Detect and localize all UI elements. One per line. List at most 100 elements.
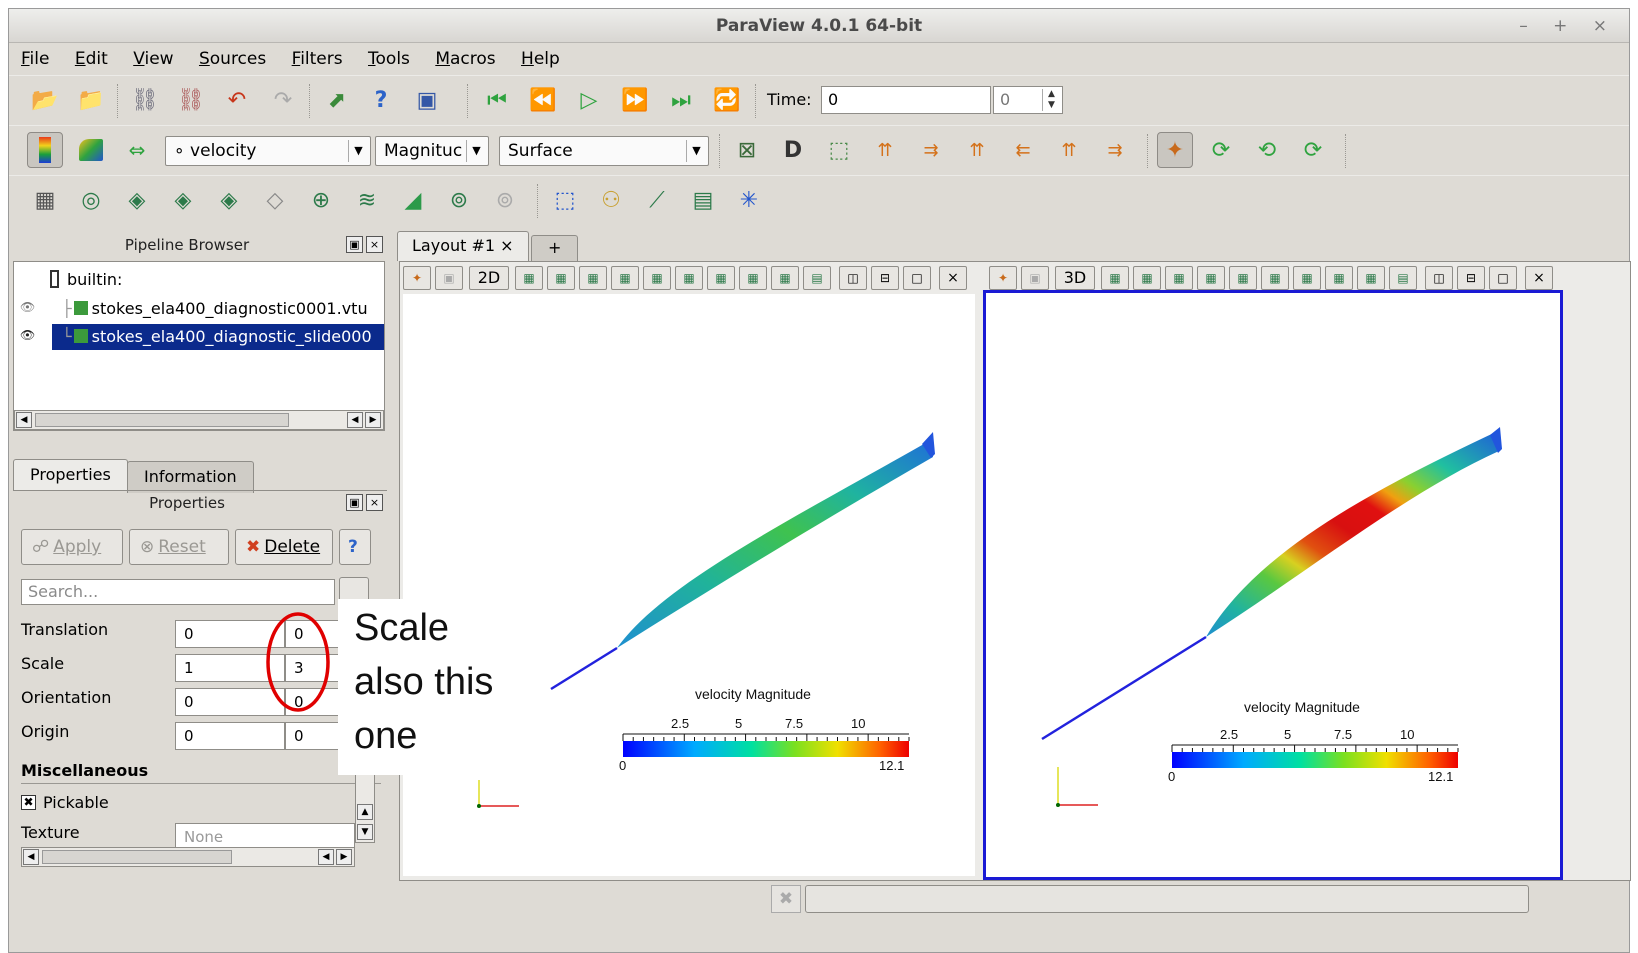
select-block-icon[interactable]: ▦ (611, 266, 639, 290)
previous-frame-icon[interactable]: ⏪ (525, 82, 561, 118)
open-icon[interactable]: 📂 (27, 82, 63, 118)
threshold-icon[interactable]: ◈ (211, 182, 247, 218)
probe-icon[interactable]: ⚇ (593, 182, 629, 218)
slice-icon[interactable]: ◈ (165, 182, 201, 218)
menu-filters[interactable]: Filters (280, 45, 351, 69)
component-select[interactable]: Magnituc ▼ (375, 136, 489, 166)
scroll-left-icon[interactable]: ◀ (318, 849, 334, 865)
window-controls[interactable]: – + × (1519, 9, 1617, 43)
rotate-center-icon[interactable]: ⟲ (1249, 132, 1285, 168)
split-horizontal-icon[interactable]: ◫ (1425, 266, 1453, 290)
menu-file[interactable]: File (9, 45, 57, 69)
first-frame-icon[interactable]: ⏮ (479, 82, 515, 118)
capture-icon[interactable]: ▣ (435, 266, 463, 290)
plot-selection-icon[interactable]: ▤ (685, 182, 721, 218)
float-panel-icon[interactable]: ▣ (346, 236, 363, 253)
tab-layout-1[interactable]: Layout #1 × (397, 231, 529, 261)
pickable-checkbox[interactable]: ✖ (21, 795, 36, 810)
render-view-3d[interactable]: velocity Magnitude 2.5 5 7.5 10 0 12.1 (983, 290, 1563, 880)
select-cells-icon[interactable]: ⬚ (547, 182, 583, 218)
representation-select[interactable]: Surface ▼ (499, 136, 709, 166)
axes-grid-icon[interactable]: ✳ (731, 182, 767, 218)
view-minus-x-icon[interactable]: ⇉ (913, 132, 949, 168)
view-plus-y-icon[interactable]: ⇈ (959, 132, 995, 168)
rescale-range-icon[interactable]: ⇔ (119, 132, 155, 168)
grow-selection-icon[interactable]: ▦ (1261, 266, 1289, 290)
delete-button[interactable]: ✖ Delete (235, 529, 333, 565)
color-array-select[interactable]: ∘ velocity ▼ (165, 136, 371, 166)
undo-icon[interactable]: ↶ (219, 82, 255, 118)
close-view-icon[interactable]: × (1525, 266, 1553, 290)
contour-icon[interactable]: ◎ (73, 182, 109, 218)
pipeline-hscrollbar[interactable]: ◀ ◀ ▶ (14, 410, 384, 430)
apply-button[interactable]: ☍ Apply (21, 529, 123, 565)
hover-points-icon[interactable]: ▦ (771, 266, 799, 290)
menu-edit[interactable]: Edit (63, 45, 116, 69)
maximize-icon[interactable]: □ (903, 266, 931, 290)
calculator-icon[interactable]: ▦ (27, 182, 63, 218)
time-input[interactable]: 0 (821, 86, 991, 114)
eye-icon[interactable]: 👁 (20, 328, 35, 342)
abort-icon[interactable]: ✖ (771, 885, 801, 913)
split-vertical-icon[interactable]: ⊟ (1457, 266, 1485, 290)
plot-over-line-icon[interactable]: ⟋ (639, 182, 675, 218)
tab-information[interactable]: Information (127, 461, 254, 493)
float-panel-icon[interactable]: ▣ (346, 494, 363, 511)
scroll-right-icon[interactable]: ▶ (336, 849, 352, 865)
connect-icon[interactable]: ⛓ (127, 82, 163, 118)
properties-search-input[interactable]: Search... (21, 579, 335, 605)
color-legend-toggle[interactable] (27, 132, 63, 168)
select-points-icon[interactable]: ▦ (1133, 266, 1161, 290)
eye-icon[interactable]: 👁 (20, 300, 35, 314)
tree-item-diagnostic-vtu[interactable]: ├ stokes_ela400_diagnostic0001.vtu (62, 296, 368, 322)
extract-subset-icon[interactable]: ◇ (257, 182, 293, 218)
render-view-2d[interactable]: velocity Magnitude 2.5 5 7.5 10 0 12.1 (403, 294, 975, 876)
center-axes-icon[interactable]: ✦ (1157, 132, 1193, 168)
menu-macros[interactable]: Macros (423, 45, 503, 69)
scroll-thumb[interactable] (42, 850, 232, 864)
edit-colormap-icon[interactable] (73, 132, 109, 168)
extract-level-icon[interactable]: ⊚ (487, 182, 523, 218)
properties-help-icon[interactable]: ? (339, 529, 371, 565)
interactive-select-icon[interactable]: ▦ (643, 266, 671, 290)
stream-tracer-icon[interactable]: ≋ (349, 182, 385, 218)
clear-selection-icon[interactable]: ▦ (739, 266, 767, 290)
spin-arrows-icon[interactable]: ▲ ▼ (1042, 89, 1060, 111)
close-view-icon[interactable]: × (939, 266, 967, 290)
reset-button[interactable]: ⊗ Reset (129, 529, 229, 565)
shrink-selection-icon[interactable]: ▦ (1293, 266, 1321, 290)
origin-x-input[interactable]: 0 (175, 722, 285, 750)
disconnect-icon[interactable]: ⛓ (173, 82, 209, 118)
select-cells-icon[interactable]: ▦ (1101, 266, 1129, 290)
view-mode-3d-button[interactable]: 3D (1055, 266, 1095, 290)
select-frustum-icon[interactable]: ▦ (1165, 266, 1193, 290)
interactive-select-icon[interactable]: ▦ (1229, 266, 1257, 290)
rotate-icon[interactable]: ⟳ (1203, 132, 1239, 168)
close-panel-icon[interactable]: × (366, 494, 383, 511)
capture-icon[interactable]: ▣ (1021, 266, 1049, 290)
tab-add-layout[interactable]: + (531, 235, 579, 261)
maximize-icon[interactable]: □ (1489, 266, 1517, 290)
group-datasets-icon[interactable]: ⊚ (441, 182, 477, 218)
split-vertical-icon[interactable]: ⊟ (871, 266, 899, 290)
shrink-selection-icon[interactable]: ▦ (707, 266, 735, 290)
clear-selection-icon[interactable]: ▦ (1325, 266, 1353, 290)
tree-item-diagnostic-slide[interactable]: └ stokes_ela400_diagnostic_slide000 (52, 324, 384, 350)
split-horizontal-icon[interactable]: ◫ (839, 266, 867, 290)
zoom-box-icon[interactable]: ⬚ (821, 132, 857, 168)
view-mode-2d-button[interactable]: 2D (469, 266, 509, 290)
menu-view[interactable]: View (121, 45, 181, 69)
select-cells-icon[interactable]: ▦ (515, 266, 543, 290)
scroll-left-icon[interactable]: ◀ (16, 412, 32, 428)
grow-selection-icon[interactable]: ▦ (675, 266, 703, 290)
reset-camera-icon[interactable]: ⊠ (729, 132, 765, 168)
properties-vscrollbar[interactable]: ▲ ▼ (355, 773, 375, 843)
scroll-left-icon[interactable]: ◀ (23, 849, 39, 865)
zoom-to-data-icon[interactable]: D (775, 132, 811, 168)
view-settings-icon[interactable]: ▤ (1389, 266, 1417, 290)
view-plus-x-icon[interactable]: ⇈ (867, 132, 903, 168)
split-view-icon[interactable]: ✦ (989, 266, 1017, 290)
select-points-icon[interactable]: ▦ (547, 266, 575, 290)
last-frame-icon[interactable]: ⏭ (663, 82, 699, 118)
glyph-icon[interactable]: ⊕ (303, 182, 339, 218)
